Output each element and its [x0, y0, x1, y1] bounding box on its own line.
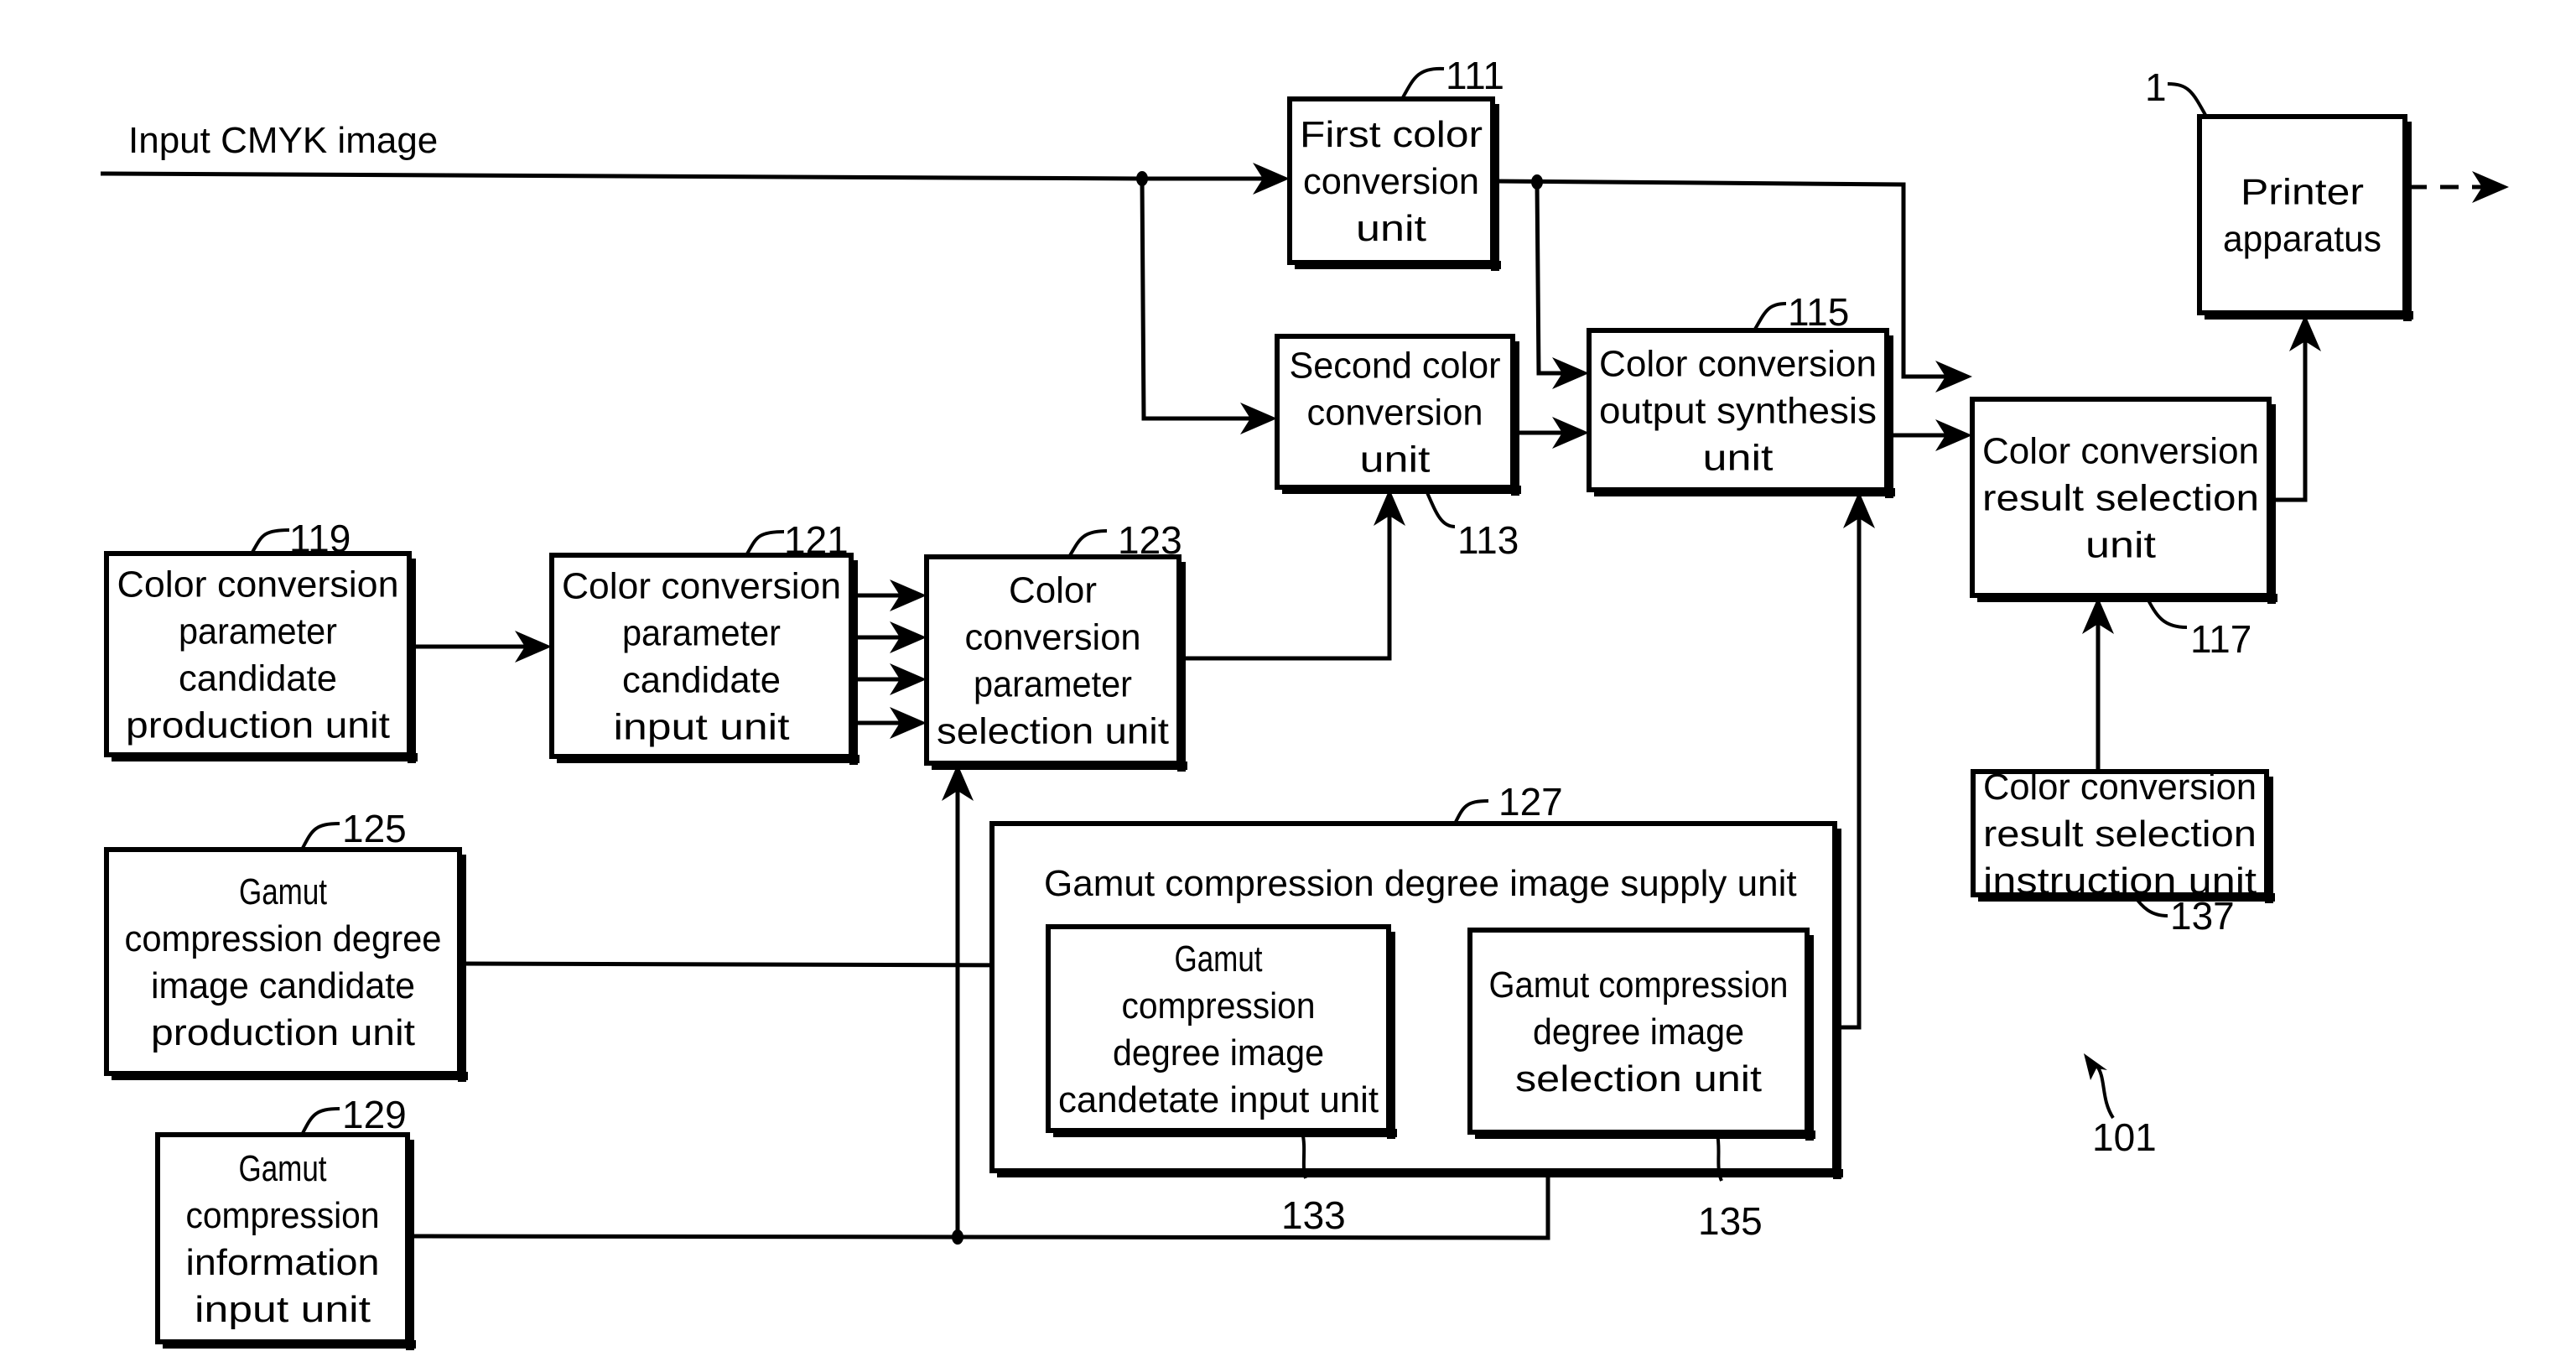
leader-133 — [1301, 1131, 1307, 1179]
ref-119: 119 — [289, 517, 351, 560]
block-label-line: selection unit — [1515, 1058, 1762, 1099]
ref-115: 115 — [1788, 290, 1849, 334]
leader-129 — [300, 1107, 340, 1136]
block-label-line: information — [186, 1242, 380, 1283]
block-label-line: Color conversion — [562, 566, 841, 607]
block-label-line: parameter — [622, 613, 781, 654]
leader-113 — [1424, 488, 1456, 528]
junction-dot — [1531, 174, 1543, 190]
ref-135: 135 — [1698, 1199, 1763, 1243]
block-label-line: production unit — [126, 705, 390, 746]
system-arrow — [2095, 1063, 2115, 1120]
block-label-line: output synthesis — [1599, 391, 1877, 432]
block-label-line: unit — [2085, 525, 2156, 566]
wire-input-cmyk — [100, 171, 1275, 181]
input-cmyk-label: Input CMYK image — [128, 120, 438, 161]
block-label-line: Printer — [2241, 172, 2364, 213]
block-label-line: result selection — [1983, 813, 2257, 855]
ref-127: 127 — [1498, 780, 1563, 824]
block-label-line: image candidate — [151, 965, 415, 1006]
block-label-line: Color conversion — [1599, 344, 1877, 385]
wire-125-to-133 — [460, 961, 1034, 968]
block-label-line: compression — [186, 1195, 380, 1236]
junction-dot — [952, 1229, 963, 1245]
ref-121: 121 — [784, 518, 849, 562]
ref-111: 111 — [1446, 54, 1504, 97]
wire-result-to-printer — [2271, 329, 2308, 502]
block-printer-apparatus — [2197, 114, 2407, 315]
leader-111 — [1400, 66, 1445, 100]
wire-123-to-second — [1181, 503, 1392, 661]
leader-127 — [1453, 799, 1489, 824]
block-label-line: First color — [1300, 114, 1483, 155]
block-label-line: candidate — [622, 660, 781, 701]
block-label-line: candetate input unit — [1058, 1079, 1379, 1120]
block-label-line: Color conversion — [1983, 767, 2257, 808]
block-label-line: Color — [1009, 570, 1097, 611]
block-label-line: parameter — [974, 664, 1132, 705]
leader-115 — [1753, 302, 1787, 332]
ref-1: 1 — [2145, 65, 2167, 109]
block-label-line: unit — [1356, 208, 1426, 249]
block-diagram: First color conversion unit Second color con… — [100, 54, 2509, 1350]
block-label-line: Color conversion — [1982, 431, 2259, 472]
wire-first-to-synthesis — [1535, 181, 1575, 376]
arrow-up-left-icon — [2084, 1053, 2107, 1080]
leader-1 — [2167, 82, 2207, 116]
block-label-line: compression degree — [125, 918, 442, 959]
ref-129: 129 — [342, 1093, 407, 1136]
block-label-line: conversion — [1303, 161, 1479, 202]
block-label-line: candidate — [179, 658, 337, 699]
gamut-supply-title: Gamut compression degree image supply un… — [1044, 863, 1797, 904]
block-label-line: Gamut — [239, 1148, 327, 1189]
block-label-line: Gamut compression — [1489, 964, 1789, 1006]
leader-119 — [250, 528, 290, 555]
block-label-line: unit — [1360, 439, 1431, 481]
block-label-line: input unit — [614, 707, 790, 748]
leader-125 — [300, 822, 340, 850]
ref-125: 125 — [342, 807, 407, 850]
block-label-line: parameter — [179, 611, 337, 652]
block-label-line: unit — [1703, 438, 1774, 479]
block-label-line: Color conversion — [117, 564, 399, 606]
block-label-line: selection unit — [937, 711, 1169, 752]
ref-117: 117 — [2190, 617, 2251, 661]
block-label-line: Gamut — [1175, 938, 1263, 980]
ref-113: 113 — [1457, 518, 1519, 562]
leader-121 — [745, 530, 785, 557]
junction-dot — [1136, 171, 1148, 186]
block-label-line: degree image — [1113, 1032, 1324, 1073]
block-label-line: conversion — [965, 617, 1141, 658]
block-label-line: apparatus — [2223, 219, 2381, 260]
ref-123: 123 — [1118, 518, 1182, 562]
ref-133: 133 — [1281, 1193, 1346, 1237]
leader-123 — [1067, 529, 1108, 559]
ref-101: 101 — [2092, 1115, 2157, 1159]
block-label-line: degree image — [1533, 1011, 1744, 1053]
block-label-line: compression — [1122, 985, 1316, 1027]
block-label-line: Second color — [1290, 346, 1501, 387]
blocks: First color conversion unit Second color con… — [104, 96, 2413, 1350]
block-label-line: Gamut — [239, 871, 327, 912]
block-label-line: conversion — [1307, 392, 1483, 434]
block-label-line: result selection — [1982, 478, 2259, 519]
block-label-line: input unit — [195, 1289, 371, 1330]
block-label-line: production unit — [151, 1012, 415, 1053]
wire-input-to-second — [1140, 178, 1262, 421]
ref-137: 137 — [2170, 894, 2235, 938]
